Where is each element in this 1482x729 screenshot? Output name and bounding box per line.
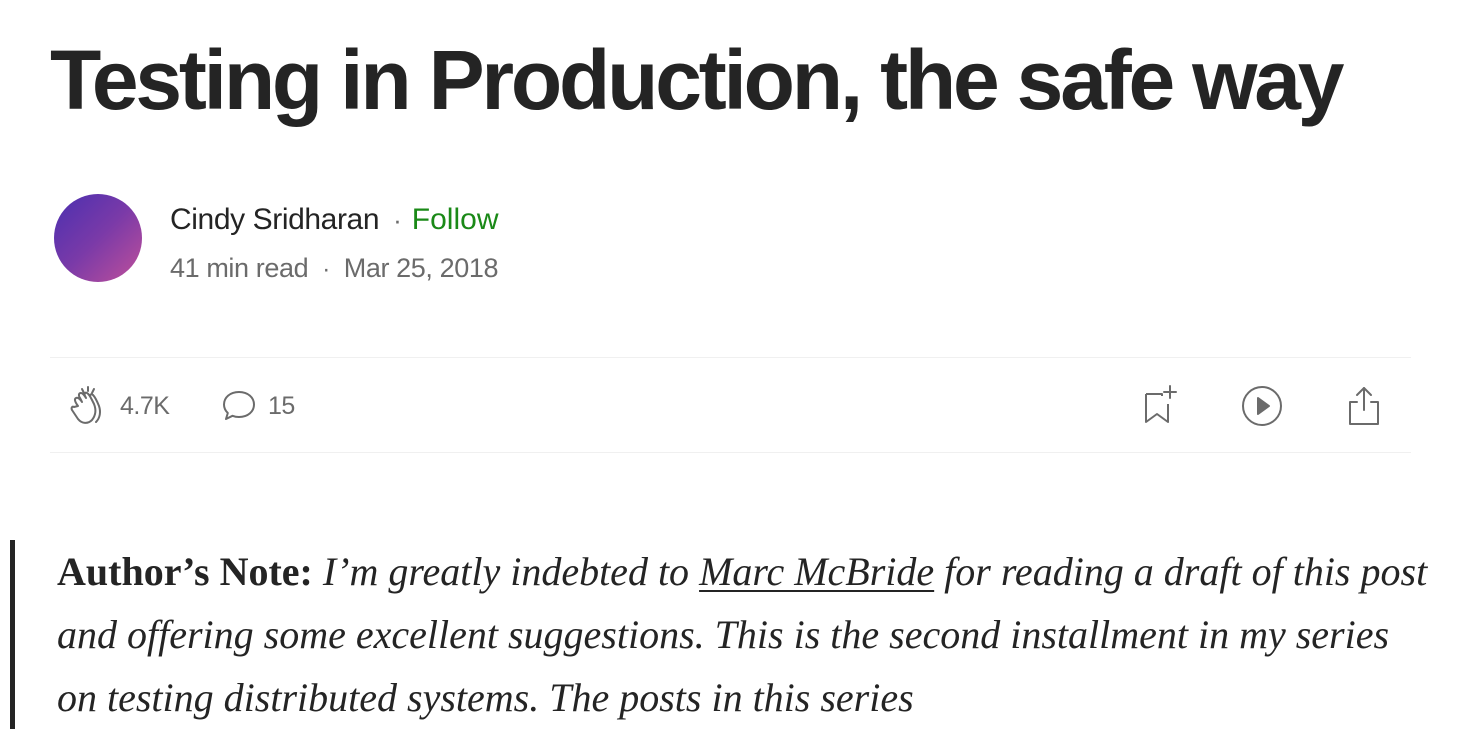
read-time: 41 min read: [170, 253, 309, 283]
article-title: Testing in Production, the safe way: [50, 33, 1345, 127]
clap-button[interactable]: 4.7K: [68, 358, 170, 454]
publish-date: Mar 25, 2018: [343, 253, 499, 283]
share-icon[interactable]: [1344, 384, 1384, 428]
author-name[interactable]: Cindy Sridharan: [170, 203, 380, 236]
meta-separator: ·: [322, 256, 330, 283]
bookmark-button[interactable]: [1140, 358, 1180, 454]
article-action-bar: 4.7K 15: [50, 357, 1411, 453]
author-note-text: I’m greatly indebted to: [322, 549, 690, 594]
clap-count: 4.7K: [120, 391, 170, 420]
clap-icon[interactable]: [68, 384, 110, 428]
comment-icon[interactable]: [220, 387, 258, 425]
comment-button[interactable]: 15: [220, 358, 295, 454]
author-note-lead: Author’s Note:: [57, 549, 313, 594]
bookmark-add-icon[interactable]: [1140, 384, 1180, 428]
author-note-blockquote: Author’s Note: I’m greatly indebted to M…: [10, 540, 1430, 729]
comment-count: 15: [268, 391, 295, 420]
listen-button[interactable]: [1240, 358, 1284, 454]
marc-mcbride-link[interactable]: Marc McBride: [699, 549, 934, 594]
author-avatar[interactable]: [54, 194, 142, 282]
share-button[interactable]: [1344, 358, 1384, 454]
follow-button[interactable]: Follow: [412, 203, 499, 236]
author-separator: ·: [393, 205, 402, 235]
article-meta: 41 min read · Mar 25, 2018: [170, 250, 498, 288]
play-icon[interactable]: [1240, 384, 1284, 428]
author-line: Cindy Sridharan · Follow: [170, 200, 499, 240]
